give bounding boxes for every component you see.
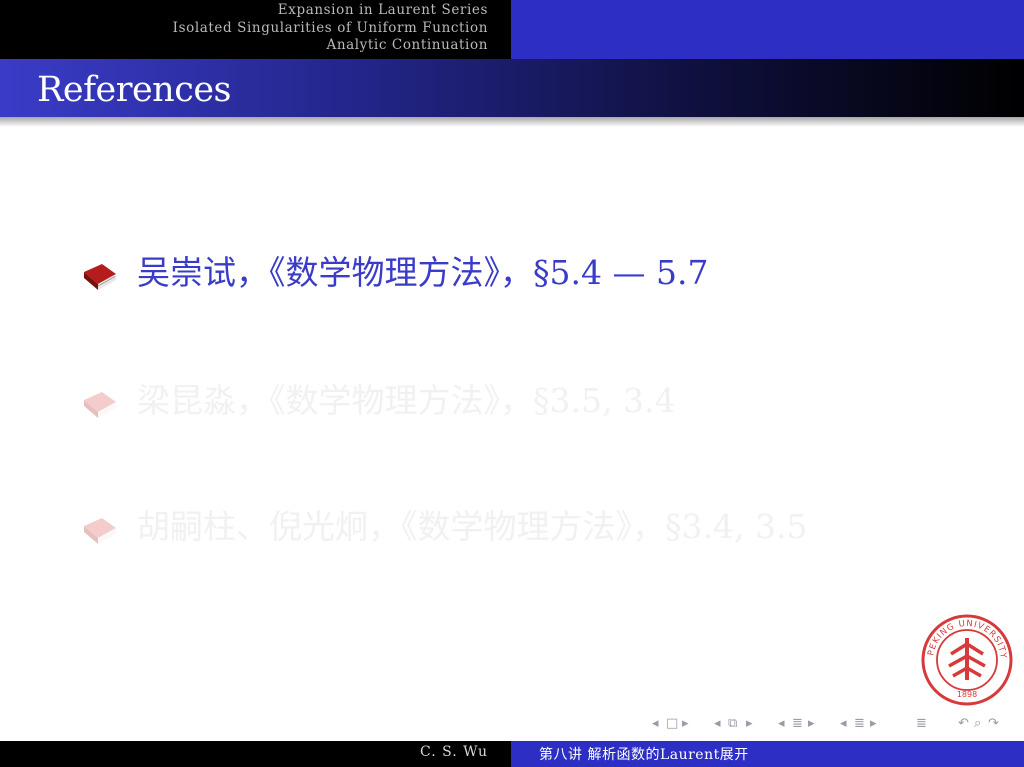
- footer-author: C. S. Wu: [420, 744, 488, 760]
- nav-next-frame-icon[interactable]: ▸: [682, 716, 689, 731]
- book-icon: [84, 264, 116, 290]
- nav-next-part-icon[interactable]: ▸: [870, 716, 877, 731]
- nav-section-icon[interactable]: ≣: [792, 716, 803, 731]
- title-bar-shadow: [0, 117, 1024, 127]
- section-link-continuation[interactable]: Analytic Continuation: [173, 37, 488, 55]
- nav-prev-subsection-icon[interactable]: ◂: [714, 716, 721, 731]
- nav-next-section-icon[interactable]: ▸: [808, 716, 815, 731]
- nav-back-icon[interactable]: ↶: [958, 716, 969, 731]
- reference-text: 胡嗣柱、倪光炯，《数学物理方法》，§3.4, 3.5: [137, 507, 808, 546]
- reference-text: 梁昆淼，《数学物理方法》，§3.5, 3.4: [137, 381, 676, 420]
- university-seal-logo: PEKING UNIVERSITY 1898: [921, 614, 1013, 706]
- nav-document-icon[interactable]: ≣: [916, 716, 927, 731]
- beamer-navigation: ◂ □ ▸ ◂ ⧉ ▸ ◂ ≣ ▸ ◂ ≣ ▸ ≣ ↶ ⌕ ↷: [652, 716, 1022, 734]
- nav-prev-frame-icon[interactable]: ◂: [652, 716, 659, 731]
- frame-title: References: [37, 70, 232, 110]
- footer-course-title: 第八讲 解析函数的Laurent展开: [539, 747, 749, 763]
- nav-subsection-icon[interactable]: ⧉: [728, 716, 737, 731]
- book-icon: [84, 392, 116, 418]
- nav-search-icon[interactable]: ⌕: [974, 716, 981, 731]
- nav-next-subsection-icon[interactable]: ▸: [746, 716, 753, 731]
- header-right-band: [511, 0, 1024, 59]
- nav-frame-icon[interactable]: □: [666, 716, 678, 731]
- nav-part-icon[interactable]: ≣: [854, 716, 865, 731]
- section-link-singularities[interactable]: Isolated Singularities of Uniform Functi…: [173, 20, 488, 38]
- reference-text: 吴崇试，《数学物理方法》，§5.4 — 5.7: [137, 253, 709, 292]
- nav-forward-icon[interactable]: ↷: [988, 716, 999, 731]
- section-navigation: Expansion in Laurent Series Isolated Sin…: [173, 2, 488, 55]
- nav-prev-part-icon[interactable]: ◂: [840, 716, 847, 731]
- svg-text:1898: 1898: [957, 690, 977, 699]
- nav-prev-section-icon[interactable]: ◂: [778, 716, 785, 731]
- section-link-laurent[interactable]: Expansion in Laurent Series: [173, 2, 488, 20]
- book-icon: [84, 518, 116, 544]
